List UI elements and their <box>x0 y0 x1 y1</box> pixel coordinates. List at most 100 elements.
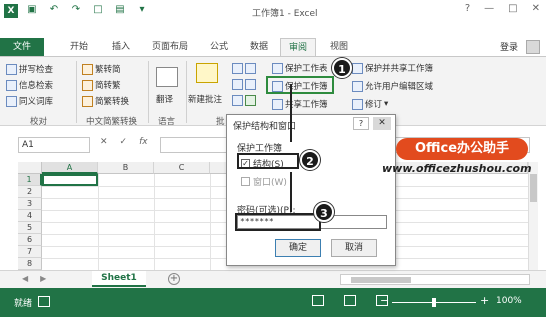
arrow-connector <box>290 172 292 212</box>
zoom-slider-knob[interactable] <box>432 298 436 307</box>
status-bar: 就绪 − + 100% <box>0 288 546 317</box>
tab-formulas[interactable]: 公式 <box>202 38 236 56</box>
tab-data[interactable]: 数据 <box>242 38 276 56</box>
simp-to-trad-button[interactable]: 简转繁 <box>82 79 121 91</box>
comment-tool-3[interactable] <box>232 95 256 106</box>
name-box[interactable]: A1 <box>18 137 90 153</box>
protect-share-button[interactable]: 保护并共享工作簿 <box>352 62 433 74</box>
open-folder-icon[interactable]: ▤ <box>114 4 126 15</box>
horizontal-scrollbar[interactable] <box>340 274 530 285</box>
structure-highlight <box>237 153 299 169</box>
fx-icon[interactable]: fx <box>139 137 148 147</box>
redo-icon[interactable]: ↷ <box>70 4 82 15</box>
view-buttons <box>312 295 388 306</box>
protect-workbook-highlight <box>266 76 334 94</box>
dialog-close-button[interactable]: ✕ <box>373 117 391 130</box>
tab-file[interactable]: 文件 <box>0 38 44 56</box>
select-all-corner[interactable] <box>18 162 42 174</box>
column-header[interactable]: B <box>98 162 154 174</box>
sheet-tab[interactable]: Sheet1 <box>92 271 146 287</box>
row-header[interactable]: 7 <box>18 246 42 258</box>
undo-icon[interactable]: ↶ <box>48 4 60 15</box>
tab-home[interactable]: 开始 <box>62 38 96 56</box>
tab-review[interactable]: 审阅 <box>280 38 317 56</box>
comment-tool-2[interactable] <box>232 79 256 90</box>
zoom-out-button[interactable]: − <box>380 294 389 307</box>
scroll-thumb[interactable] <box>351 277 411 283</box>
minimize-button[interactable]: — <box>484 3 494 14</box>
group-label-language: 语言 <box>158 117 176 127</box>
save-icon[interactable]: ▣ <box>26 4 38 15</box>
callout-badge: 1 <box>332 58 352 78</box>
translate-icon[interactable] <box>156 67 178 87</box>
protect-sheet-button[interactable]: 保护工作表 <box>272 62 328 74</box>
password-highlight <box>235 213 321 231</box>
allow-edit-ranges-button[interactable]: 允许用户编辑区域 <box>352 80 433 92</box>
avatar[interactable] <box>526 40 540 54</box>
trad-to-simp-button[interactable]: 繁转简 <box>82 63 121 75</box>
page-layout-view-icon[interactable] <box>344 295 356 306</box>
delete-comment-icon <box>232 63 243 74</box>
row-header[interactable]: 5 <box>18 222 42 234</box>
track-changes-button[interactable]: 修订 ▾ <box>352 98 388 110</box>
new-comment-icon[interactable] <box>196 63 218 83</box>
spell-check-icon <box>6 63 17 75</box>
row-header[interactable]: 4 <box>18 210 42 222</box>
zoom-in-button[interactable]: + <box>480 294 489 307</box>
comment-tool-1[interactable] <box>232 63 256 74</box>
windows-label: 窗口(W) <box>253 178 287 188</box>
zoom-level[interactable]: 100% <box>496 296 522 306</box>
tab-page-layout[interactable]: 页面布局 <box>144 38 196 56</box>
share-workbook-button[interactable]: 共享工作簿 <box>272 98 328 110</box>
watermark-url: www.officezhushou.com <box>382 162 532 175</box>
cancel-icon[interactable]: ✕ <box>100 137 108 147</box>
group-separator <box>186 61 187 123</box>
login-link[interactable]: 登录 <box>500 40 518 53</box>
tab-insert[interactable]: 插入 <box>104 38 138 56</box>
window-title: 工作簿1 - Excel <box>252 9 318 19</box>
spell-check-button[interactable]: 拼写检查 <box>6 63 53 75</box>
next-sheet-icon[interactable]: ▶ <box>40 274 46 283</box>
window-controls: ? — □ ✕ <box>465 3 540 14</box>
row-header[interactable]: 3 <box>18 198 42 210</box>
vertical-scrollbar[interactable] <box>528 162 538 270</box>
column-header[interactable]: A <box>42 162 98 174</box>
dialog-help-button[interactable]: ? <box>353 117 369 130</box>
thesaurus-button[interactable]: 同义词库 <box>6 95 53 107</box>
ok-button[interactable]: 确定 <box>275 239 321 257</box>
share-workbook-icon <box>272 98 283 110</box>
chinese-convert-icon <box>82 95 93 107</box>
prev-sheet-icon[interactable]: ◀ <box>22 274 28 283</box>
row-header[interactable]: 8 <box>18 258 42 270</box>
active-cell[interactable] <box>42 174 98 186</box>
macro-record-icon[interactable] <box>38 296 50 307</box>
row-header[interactable]: 1 <box>18 174 42 186</box>
status-ready: 就绪 <box>14 299 33 309</box>
gridline <box>210 174 211 270</box>
chevron-down-icon: ▾ <box>384 99 389 109</box>
new-comment-button[interactable]: 新建批注 <box>188 93 222 105</box>
research-button[interactable]: 信息检索 <box>6 79 53 91</box>
column-header[interactable]: C <box>154 162 210 174</box>
scroll-thumb[interactable] <box>530 174 537 202</box>
tab-view[interactable]: 视图 <box>322 38 356 56</box>
protect-sheet-icon <box>272 62 283 74</box>
cancel-button[interactable]: 取消 <box>331 239 377 257</box>
row-header[interactable]: 2 <box>18 186 42 198</box>
add-sheet-icon[interactable]: + <box>168 273 180 285</box>
show-ink-icon <box>232 95 243 106</box>
help-button[interactable]: ? <box>465 3 470 14</box>
protect-structure-dialog: 保护结构和窗口 ? ✕ 保护工作簿 ✓ 结构(S) 窗口(W) 密码(可选)(P… <box>226 114 396 266</box>
simp-to-trad-icon <box>82 79 93 91</box>
close-button[interactable]: ✕ <box>532 3 540 14</box>
normal-view-icon[interactable] <box>312 295 324 306</box>
translate-button[interactable]: 翻译 <box>156 93 173 105</box>
enter-icon[interactable]: ✓ <box>120 137 128 147</box>
customize-dropdown-icon[interactable]: ▾ <box>136 4 148 15</box>
show-comment-icon <box>245 79 256 90</box>
row-header[interactable]: 6 <box>18 234 42 246</box>
chinese-convert-button[interactable]: 简繁转换 <box>82 95 129 107</box>
maximize-button[interactable]: □ <box>508 3 517 14</box>
callout-badge: 3 <box>314 202 334 222</box>
new-file-icon[interactable]: □ <box>92 4 104 15</box>
